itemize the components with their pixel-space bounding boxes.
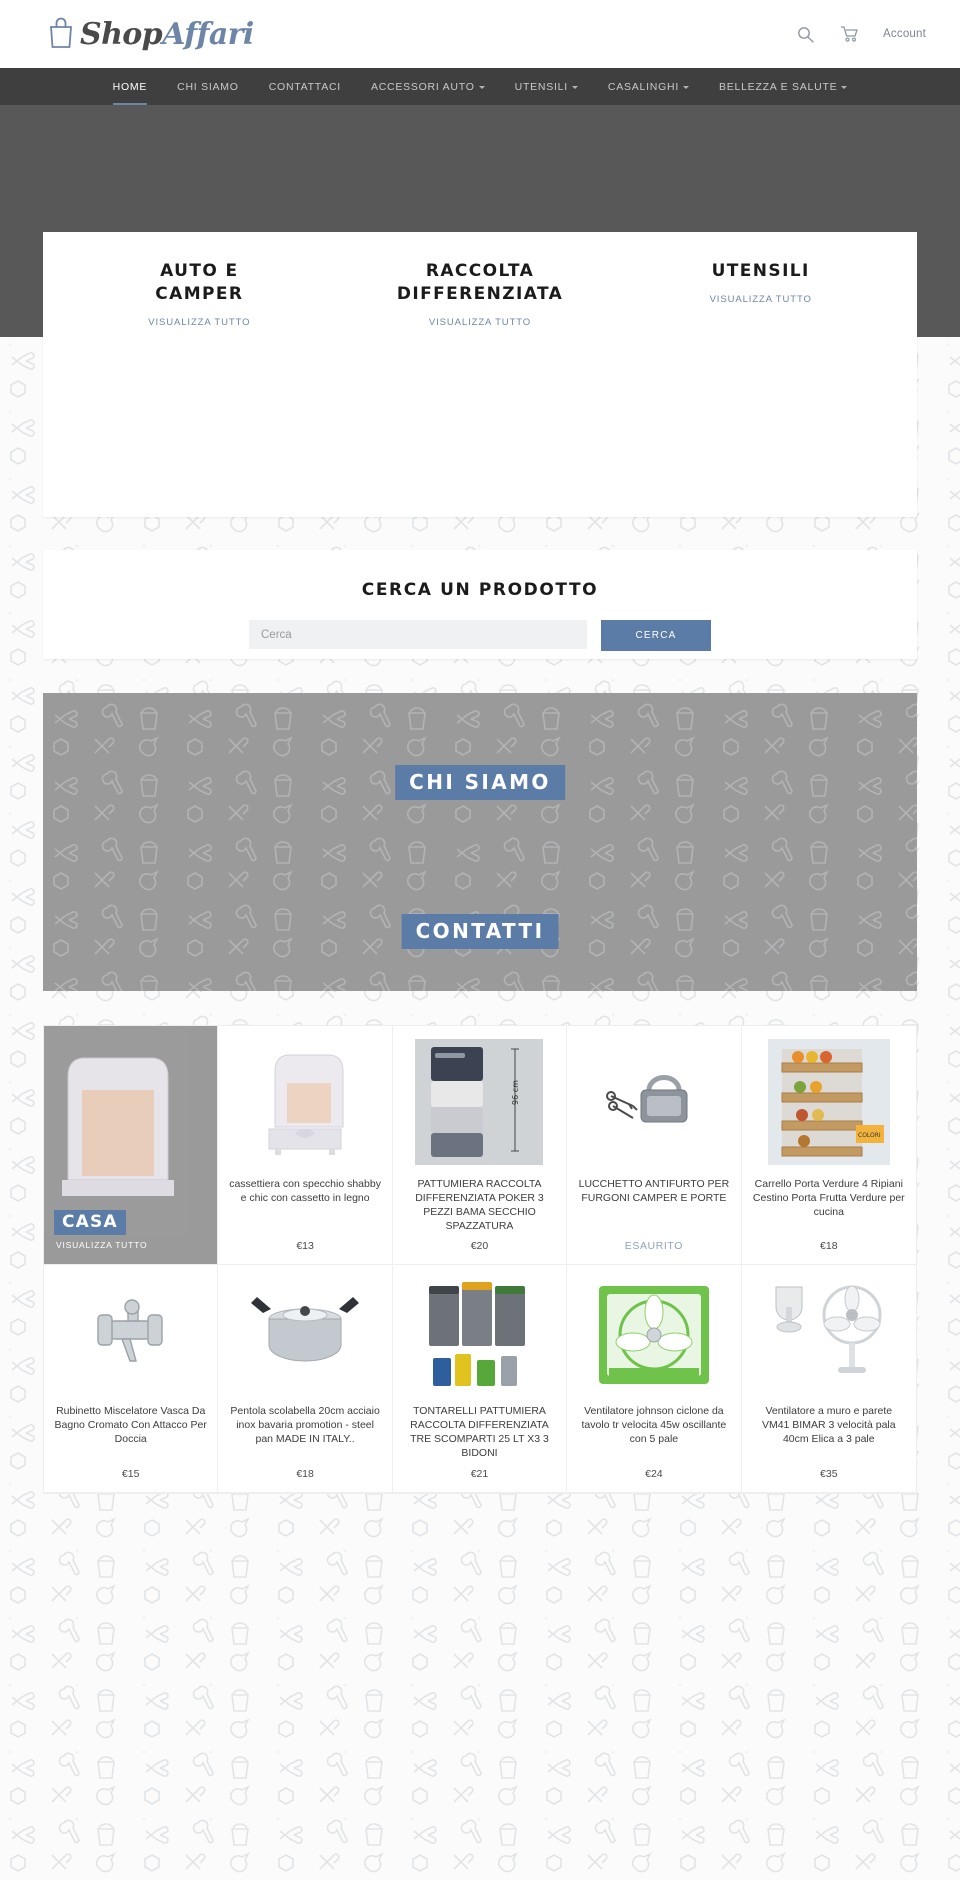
search-form: CERCA <box>43 620 917 651</box>
promo-auto-e-camper[interactable]: AUTO E CAMPER VISUALIZZA TUTTO <box>59 260 340 330</box>
search-input[interactable] <box>249 620 587 649</box>
nav-item-home[interactable]: HOME <box>98 68 163 105</box>
search-submit-button[interactable]: CERCA <box>601 620 711 651</box>
header-actions: Account <box>795 24 926 45</box>
info-banner: CHI SIAMO CONTATTI <box>43 693 917 991</box>
promo-title: RACCOLTA DIFFERENZIATA <box>396 261 564 304</box>
product-price: ESAURITO <box>624 1240 684 1253</box>
product-title[interactable]: cassettiera con specchio shabby e chic c… <box>227 1178 382 1206</box>
logo-text-shop: Shop <box>80 16 163 52</box>
product-title[interactable]: Ventilatore johnson ciclone da tavolo tr… <box>576 1405 731 1447</box>
promo-view-all-link[interactable]: VISUALIZZA TUTTO <box>429 317 531 328</box>
shopping-bag-icon <box>46 15 76 54</box>
product-image <box>751 1275 907 1395</box>
nav-item-accessori-auto[interactable]: ACCESSORI AUTO <box>356 68 500 105</box>
collection-tile-casa[interactable]: CASA VISUALIZZA TUTTO <box>44 1026 219 1266</box>
nav-item-bellezza-e-salute[interactable]: BELLEZZA E SALUTE <box>704 68 862 105</box>
product-price: €24 <box>645 1467 663 1480</box>
search-icon[interactable] <box>795 24 816 45</box>
nav-item-label: ACCESSORI AUTO <box>370 80 475 93</box>
product-card[interactable]: cassettiera con specchio shabby e chic c… <box>218 1026 393 1266</box>
product-image <box>402 1275 557 1395</box>
nav-item-label: BELLEZZA E SALUTE <box>719 80 838 93</box>
product-image <box>227 1036 382 1168</box>
promo-view-all-link[interactable]: VISUALIZZA TUTTO <box>148 317 250 328</box>
svg-text:96 cm: 96 cm <box>511 1080 520 1105</box>
product-card[interactable]: 96 cm PATTUMIERA RACCOLTA DIFFERENZIATA … <box>392 1026 568 1266</box>
main-navigation: HOME CHI SIAMO CONTATTACI ACCESSORI AUTO… <box>0 68 960 105</box>
banner-link-contatti[interactable]: CONTATTI <box>401 914 559 949</box>
product-card[interactable]: Ventilatore a muro e parete VM41 BIMAR 3… <box>741 1265 916 1493</box>
product-price: €13 <box>296 1240 314 1253</box>
chevron-down-icon <box>683 86 689 89</box>
promo-utensili[interactable]: UTENSILI VISUALIZZA TUTTO <box>620 260 901 330</box>
product-title[interactable]: Rubinetto Miscelatore Vasca Da Bagno Cro… <box>53 1405 208 1447</box>
chevron-down-icon <box>841 86 848 89</box>
product-image: 96 cm <box>402 1036 557 1168</box>
nav-item-label: CASALINGHI <box>607 80 679 93</box>
collection-tile-link[interactable]: VISUALIZZA TUTTO <box>54 1240 217 1250</box>
nav-item-casalinghi[interactable]: CASALINGHI <box>593 68 704 105</box>
product-image: COLORI <box>751 1036 907 1168</box>
site-logo[interactable]: ShopAffari <box>46 15 254 54</box>
svg-text:COLORI: COLORI <box>858 1132 881 1139</box>
product-grid: CASA VISUALIZZA TUTTO cassettiera con sp… <box>43 1025 917 1494</box>
promo-title: UTENSILI <box>711 261 810 281</box>
collection-tile-title: CASA <box>54 1210 126 1236</box>
product-image <box>227 1275 382 1395</box>
product-card[interactable]: LUCCHETTO ANTIFURTO PER FURGONI CAMPER E… <box>567 1026 742 1266</box>
nav-item-label: HOME <box>112 80 148 93</box>
product-card[interactable]: Ventilatore johnson ciclone da tavolo tr… <box>567 1265 742 1493</box>
promo-raccolta-differenziata[interactable]: RACCOLTA DIFFERENZIATA VISUALIZZA TUTTO <box>340 260 621 330</box>
chevron-down-icon <box>571 86 578 89</box>
chevron-down-icon <box>478 86 485 89</box>
product-title[interactable]: LUCCHETTO ANTIFURTO PER FURGONI CAMPER E… <box>576 1178 731 1206</box>
nav-item-label: CONTATTACI <box>268 80 341 93</box>
site-header: ShopAffari Account <box>0 0 960 68</box>
product-title[interactable]: Ventilatore a muro e parete VM41 BIMAR 3… <box>751 1405 907 1447</box>
product-card[interactable]: Pentola scolabella 20cm acciaio inox bav… <box>218 1265 393 1493</box>
nav-item-chi-siamo[interactable]: CHI SIAMO <box>162 68 254 105</box>
product-price: €21 <box>470 1467 489 1480</box>
promo-title: AUTO E CAMPER <box>155 261 244 304</box>
logo-text-affari: Affari <box>162 16 254 52</box>
nav-item-utensili[interactable]: UTENSILI <box>500 68 593 105</box>
nav-item-label: UTENSILI <box>514 80 568 93</box>
product-search-section: CERCA UN PRODOTTO CERCA <box>43 550 917 659</box>
product-title[interactable]: PATTUMIERA RACCOLTA DIFFERENZIATA POKER … <box>402 1178 557 1233</box>
search-heading: CERCA UN PRODOTTO <box>361 580 599 600</box>
product-title[interactable]: Carrello Porta Verdure 4 Ripiani Cestino… <box>751 1178 907 1220</box>
product-price: €15 <box>121 1467 140 1480</box>
promo-view-all-link[interactable]: VISUALIZZA TUTTO <box>710 294 812 305</box>
product-price: €35 <box>820 1467 838 1480</box>
shopping-cart-icon[interactable] <box>838 24 861 45</box>
product-card[interactable]: Rubinetto Miscelatore Vasca Da Bagno Cro… <box>44 1265 219 1493</box>
nav-item-contattaci[interactable]: CONTATTACI <box>254 68 356 105</box>
product-card[interactable]: TONTARELLI PATTUMIERA RACCOLTA DIFFERENZ… <box>392 1265 568 1493</box>
nav-item-label: CHI SIAMO <box>177 80 239 93</box>
product-image <box>576 1036 731 1168</box>
product-price: €20 <box>470 1240 489 1253</box>
product-price: €18 <box>296 1467 314 1480</box>
product-title[interactable]: TONTARELLI PATTUMIERA RACCOLTA DIFFERENZ… <box>402 1405 557 1460</box>
product-price: €18 <box>820 1240 838 1253</box>
product-card[interactable]: COLORI Carrello Porta Verdure 4 Ripiani … <box>741 1026 916 1266</box>
product-title[interactable]: Pentola scolabella 20cm acciaio inox bav… <box>227 1405 382 1447</box>
banner-link-chi-siamo[interactable]: CHI SIAMO <box>395 765 565 800</box>
account-link[interactable]: Account <box>883 28 926 40</box>
category-promo-card: AUTO E CAMPER VISUALIZZA TUTTO RACCOLTA … <box>43 232 917 517</box>
product-image <box>576 1275 731 1395</box>
product-image <box>53 1275 208 1395</box>
